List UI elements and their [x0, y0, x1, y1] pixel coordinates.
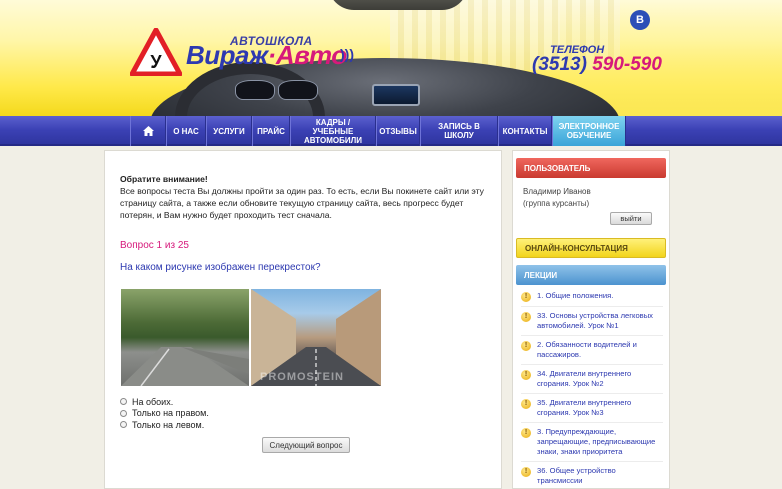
- logo-title-part2: Авто: [275, 40, 347, 70]
- vk-social-icon[interactable]: В: [630, 10, 650, 30]
- answer-radio-1[interactable]: [120, 398, 127, 405]
- logo-title-sep: ·: [267, 40, 277, 70]
- logo-sign-letter: У: [150, 52, 162, 72]
- answer-option-label: Только на правом.: [132, 408, 209, 418]
- answer-radio-3[interactable]: [120, 421, 127, 428]
- nav-item-staff-cars[interactable]: КАДРЫ / УЧЕБНЫЕ АВТОМОБИЛИ: [290, 116, 376, 146]
- lecture-link[interactable]: 35. Двигатели внутреннего сгорания. Урок…: [537, 398, 663, 418]
- lectures-list: ! 1. Общие положения. ! 33. Основы устройс…: [513, 285, 669, 489]
- lecture-link[interactable]: 2. Обязанности водителей и пассажиров.: [537, 340, 663, 360]
- notice-block: Обратите внимание! Все вопросы теста Вы …: [120, 173, 490, 221]
- answer-options: На обоих. Только на правом. Только на ле…: [120, 396, 209, 431]
- main-navigation: О НАС УСЛУГИ ПРАЙС КАДРЫ / УЧЕБНЫЕ АВТОМ…: [0, 116, 782, 146]
- sidebar: ПОЛЬЗОВАТЕЛЬ Владимир Иванов (группа кур…: [512, 150, 670, 489]
- question-image-left: [121, 289, 249, 387]
- logo-triangle-icon[interactable]: У: [130, 28, 182, 76]
- logo-title-part1: Вираж: [186, 40, 268, 70]
- home-icon: [142, 126, 154, 136]
- image-watermark: PROMOSTEIN: [260, 371, 344, 383]
- site-header: У АВТОШКОЛА Вираж·Авто ))) ТЕЛЕФОН (3513…: [0, 0, 782, 116]
- nav-item-enroll[interactable]: ЗАПИСЬ В ШКОЛУ: [420, 116, 498, 146]
- next-question-button[interactable]: Следующий вопрос: [262, 437, 350, 453]
- question-counter: Вопрос 1 из 25: [120, 240, 189, 251]
- lecture-link[interactable]: 36. Общее устройство трансмиссии: [537, 466, 663, 486]
- phone-digits: 590-590: [592, 54, 662, 75]
- notice-text: Все вопросы теста Вы должны пройти за од…: [120, 186, 484, 220]
- notice-title: Обратите внимание!: [120, 174, 208, 184]
- dashboard-screen-image: [372, 84, 420, 106]
- nav-item-reviews[interactable]: ОТЗЫВЫ: [376, 116, 420, 146]
- nav-item-e-learning[interactable]: ЭЛЕКТРОННОЕ ОБУЧЕНИЕ: [552, 116, 626, 146]
- lecture-item[interactable]: ! 3. Предупреждающие, запрещающие, предпи…: [521, 423, 663, 462]
- exclamation-icon: !: [521, 467, 531, 477]
- lecture-link[interactable]: 33. Основы устройства легковых автомобил…: [537, 311, 663, 331]
- lecture-link[interactable]: 3. Предупреждающие, запрещающие, предпис…: [537, 427, 663, 457]
- exclamation-icon: !: [521, 370, 531, 380]
- nav-item-home[interactable]: [130, 116, 166, 146]
- exclamation-icon: !: [521, 312, 531, 322]
- exclamation-icon: !: [521, 399, 531, 409]
- logo-title[interactable]: Вираж·Авто: [186, 40, 347, 71]
- lecture-item[interactable]: ! 33. Основы устройства легковых автомоби…: [521, 307, 663, 336]
- answer-option-1[interactable]: На обоих.: [120, 396, 209, 407]
- user-group: (группа курсанты): [523, 199, 590, 208]
- answer-option-label: Только на левом.: [132, 419, 205, 430]
- lecture-link[interactable]: 1. Общие положения.: [537, 291, 613, 301]
- lecture-item[interactable]: ! 1. Общие положения.: [521, 287, 663, 307]
- logout-button[interactable]: выйти: [610, 212, 652, 225]
- user-panel: Владимир Иванов (группа курсанты) выйти: [513, 178, 669, 236]
- test-content-panel: Обратите внимание! Все вопросы теста Вы …: [104, 150, 502, 489]
- phone-number[interactable]: (3513) 590-590: [532, 54, 662, 76]
- lecture-link[interactable]: 34. Двигатели внутреннего сгорания. Урок…: [537, 369, 663, 389]
- logo-waves-icon: ))): [340, 46, 354, 62]
- lecture-item[interactable]: ! 2. Обязанности водителей и пассажиров.: [521, 336, 663, 365]
- lecture-item[interactable]: ! 35. Двигатели внутреннего сгорания. Уро…: [521, 394, 663, 423]
- lecture-item[interactable]: ! 36. Общее устройство трансмиссии: [521, 462, 663, 489]
- answer-option-3[interactable]: Только на левом.: [120, 419, 209, 430]
- online-consultation-header[interactable]: ОНЛАЙН-КОНСУЛЬТАЦИЯ: [516, 238, 666, 258]
- answer-option-label: На обоих.: [132, 396, 174, 407]
- exclamation-icon: !: [521, 341, 531, 351]
- exclamation-icon: !: [521, 428, 531, 438]
- exclamation-icon: !: [521, 292, 531, 302]
- phone-code: (3513): [532, 54, 587, 75]
- nav-item-about[interactable]: О НАС: [166, 116, 206, 146]
- answer-option-2[interactable]: Только на правом.: [120, 408, 209, 419]
- nav-item-contacts[interactable]: КОНТАКТЫ: [498, 116, 552, 146]
- gauge-right-image: [278, 80, 318, 100]
- user-panel-header: ПОЛЬЗОВАТЕЛЬ: [516, 158, 666, 178]
- lecture-item[interactable]: ! 34. Двигатели внутреннего сгорания. Уро…: [521, 365, 663, 394]
- gauge-left-image: [235, 80, 275, 100]
- lectures-header: ЛЕКЦИИ: [516, 265, 666, 285]
- nav-item-services[interactable]: УСЛУГИ: [206, 116, 252, 146]
- user-name: Владимир Иванов: [523, 187, 591, 196]
- nav-item-price[interactable]: ПРАЙС: [252, 116, 290, 146]
- question-text: На каком рисунке изображен перекресток?: [120, 262, 321, 273]
- answer-radio-2[interactable]: [120, 409, 127, 417]
- rearview-mirror-image: [328, 0, 468, 10]
